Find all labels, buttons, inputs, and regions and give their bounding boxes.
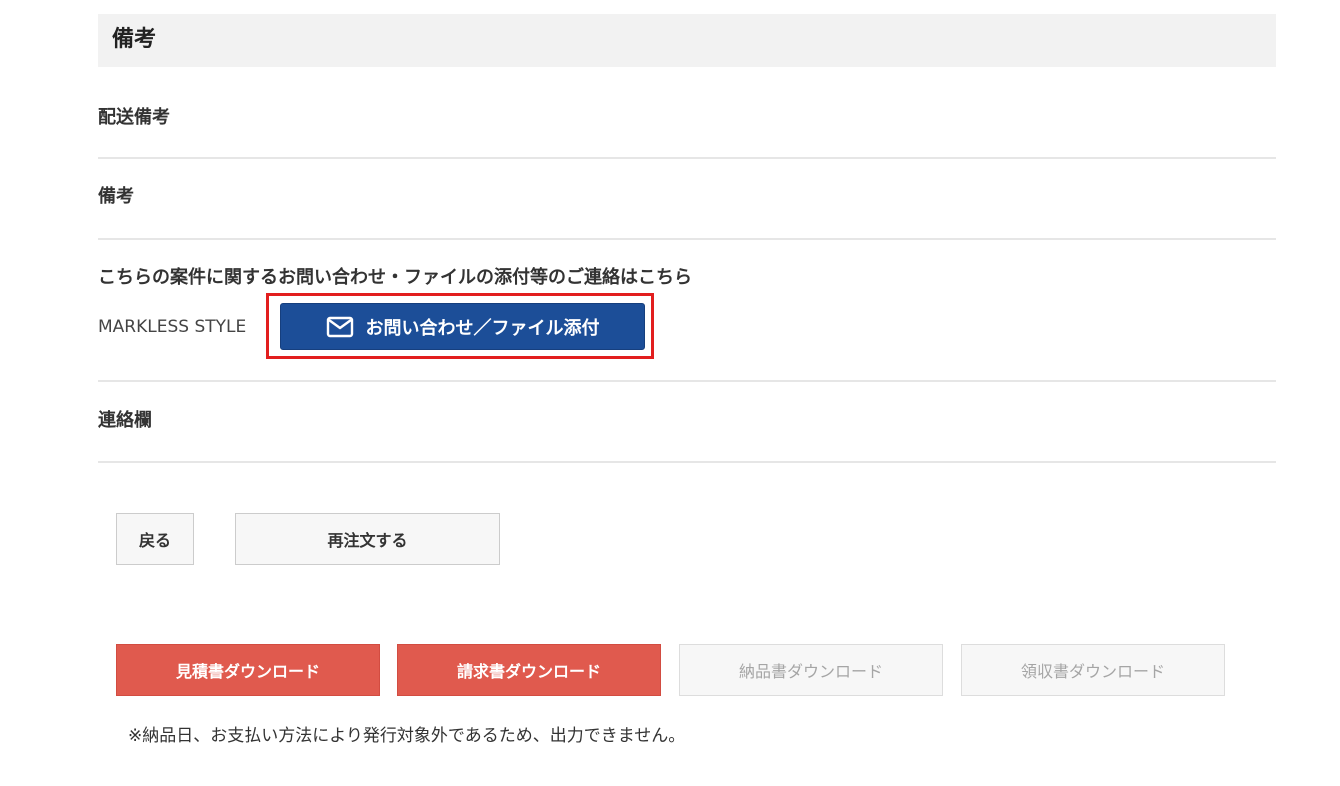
remarks-row: 備考: [98, 159, 1276, 240]
back-button[interactable]: 戻る: [116, 513, 194, 565]
contact-row: 連絡欄: [98, 382, 1276, 463]
inquiry-label: こちらの案件に関するお問い合わせ・ファイルの添付等のご連絡はこちら: [98, 267, 692, 288]
remarks-label: 備考: [98, 186, 134, 207]
delivery-note-download-button: 納品書ダウンロード: [679, 644, 943, 696]
reorder-button[interactable]: 再注文する: [235, 513, 500, 565]
invoice-download-button[interactable]: 請求書ダウンロード: [397, 644, 661, 696]
inquiry-attach-button-label: お問い合わせ／ファイル添付: [365, 317, 600, 339]
shipping-note-label: 配送備考: [98, 107, 170, 128]
section-title: 備考: [112, 27, 157, 52]
contact-label: 連絡欄: [98, 410, 152, 431]
remarks-section-header: 備考: [98, 14, 1276, 67]
store-name: MARKLESS STYLE: [98, 317, 247, 337]
inquiry-row: こちらの案件に関するお問い合わせ・ファイルの添付等のご連絡はこちら MARKLE…: [98, 240, 1276, 382]
shipping-note-row: 配送備考: [98, 86, 1276, 159]
receipt-download-button: 領収書ダウンロード: [961, 644, 1225, 696]
mail-icon: [326, 316, 353, 337]
download-unavailable-note: ※納品日、お支払い方法により発行対象外であるため、出力できません。: [128, 726, 686, 746]
estimate-download-button[interactable]: 見積書ダウンロード: [116, 644, 380, 696]
order-detail-page: 備考 配送備考 備考 こちらの案件に関するお問い合わせ・ファイルの添付等のご連絡…: [0, 0, 1340, 786]
inquiry-attach-button[interactable]: お問い合わせ／ファイル添付: [280, 303, 645, 350]
